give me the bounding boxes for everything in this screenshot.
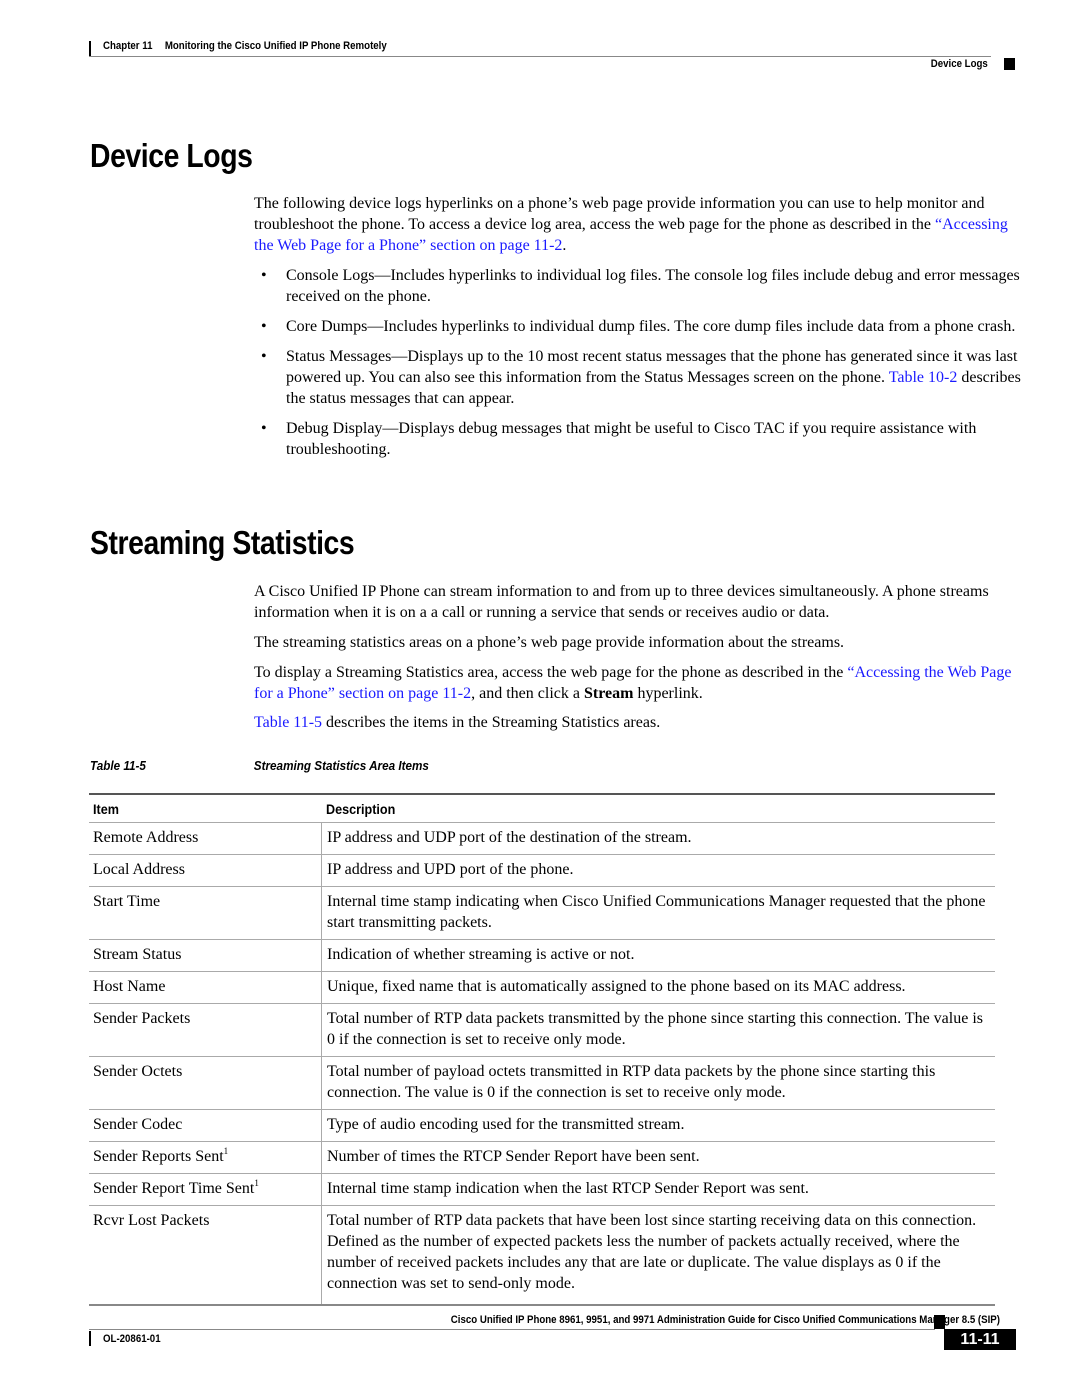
streaming-para-1-text: A Cisco Unified IP Phone can stream info… [254, 583, 989, 621]
table-row: Remote Address IP address and UDP port of… [89, 822, 995, 855]
table-header-row: Item Description [89, 793, 995, 823]
list-item-text: Core Dumps—Includes hyperlinks to indivi… [286, 318, 1016, 335]
cell-item-text: Stream Status [93, 946, 182, 963]
cell-description: Type of audio encoding used for the tran… [321, 1109, 995, 1142]
cell-description: IP address and UPD port of the phone. [321, 854, 995, 887]
table-body: Remote Address IP address and UDP port of… [89, 822, 995, 1306]
table-row: Local Address IP address and UPD port of … [89, 854, 995, 887]
para3-text: To display a Streaming Statistics area, … [254, 664, 848, 681]
para3-mid: , and then click a [471, 685, 584, 702]
table-row: Sender Reports Sent1 Number of times the … [89, 1141, 995, 1174]
running-header-chapter: Chapter 11 Monitoring the Cisco Unified I… [103, 40, 387, 52]
table-row: Host Name Unique, fixed name that is auto… [89, 971, 995, 1004]
cell-item-text: Sender Reports Sent [93, 1148, 224, 1165]
para3-bold-stream: Stream [583, 685, 634, 702]
cell-item: Rcvr Lost Packets [89, 1205, 322, 1306]
cell-item: Stream Status [89, 939, 322, 972]
cell-item: Sender Report Time Sent1 [89, 1173, 322, 1206]
device-logs-list: • Console Logs—Includes hyperlinks to in… [254, 265, 1022, 469]
cell-description: Total number of RTP data packets that ha… [321, 1205, 995, 1306]
para4-text: describes the items in the Streaming Sta… [322, 714, 661, 731]
bullet-icon: • [261, 318, 267, 335]
footnote-marker: 1 [254, 1178, 259, 1188]
streaming-statistics-table: Item Description Remote Address IP addres… [89, 793, 995, 1306]
cell-item: Sender Codec [89, 1109, 322, 1142]
bullet-icon: • [261, 420, 267, 437]
chapter-title: Monitoring the Cisco Unified IP Phone Re… [164, 40, 387, 52]
footer-square-marker [934, 1315, 945, 1329]
footnote-marker: 1 [223, 1146, 229, 1156]
cell-item: Sender Reports Sent1 [89, 1141, 322, 1174]
cell-description: Internal time stamp indicating when Cisc… [321, 886, 995, 940]
list-item-debug-display: • Debug Display—Displays debug messages … [254, 418, 1022, 460]
list-item-console-logs: • Console Logs—Includes hyperlinks to in… [254, 265, 1022, 307]
streaming-para-2: The streaming statistics areas on a phon… [254, 632, 1022, 653]
cell-item-text: Sender Octets [93, 1063, 183, 1080]
table-caption-number: Table 11-5 [90, 758, 146, 773]
table-caption: Table 11-5 Streaming Statistics Area Item… [90, 758, 429, 773]
streaming-para-2-text: The streaming statistics areas on a phon… [254, 634, 845, 651]
cell-description: Internal time stamp indication when the … [321, 1173, 995, 1206]
list-item-text: Console Logs—Includes hyperlinks to indi… [286, 267, 1020, 305]
chapter-label: Chapter 11 [103, 40, 153, 52]
header-rule [89, 56, 991, 57]
cell-item: Start Time [89, 886, 322, 940]
cell-item-text: Host Name [93, 978, 166, 995]
intro-text: The following device logs hyperlinks on … [254, 195, 985, 233]
footer-margin-bar [89, 1331, 91, 1346]
streaming-para-1: A Cisco Unified IP Phone can stream info… [254, 581, 1022, 623]
intro-end: . [562, 237, 567, 254]
cell-description: IP address and UDP port of the destinati… [321, 822, 995, 855]
streaming-para-3: To display a Streaming Statistics area, … [254, 662, 1022, 704]
column-header-description-label: Description [325, 801, 395, 817]
streaming-para-4: Table 11-5 describes the items in the St… [254, 712, 1022, 733]
header-margin-bar [89, 41, 91, 56]
link-table-11-5[interactable]: Table 11-5 [254, 714, 322, 731]
cell-item: Sender Octets [89, 1056, 322, 1110]
table-row: Rcvr Lost Packets Total number of RTP dat… [89, 1205, 995, 1306]
list-item-text: Debug Display—Displays debug messages th… [286, 420, 977, 458]
table-row: Stream Status Indication of whether strea… [89, 939, 995, 972]
table-row: Sender Packets Total number of RTP data p… [89, 1003, 995, 1057]
cell-item-text: Sender Packets [93, 1010, 191, 1027]
cell-item: Sender Packets [89, 1003, 322, 1057]
cell-item-text: Remote Address [93, 829, 199, 846]
footer-guide-title: Cisco Unified IP Phone 8961, 9951, and 9… [450, 1314, 1000, 1326]
footer-doc-number: OL-20861-01 [103, 1333, 161, 1345]
cell-item-text: Sender Codec [93, 1116, 183, 1133]
footer-rule [89, 1329, 935, 1330]
table-caption-title: Streaming Statistics Area Items [253, 758, 429, 773]
cell-description: Total number of payload octets transmitt… [321, 1056, 995, 1110]
cell-description: Unique, fixed name that is automatically… [321, 971, 995, 1004]
heading-streaming-statistics: Streaming Statistics [90, 524, 355, 561]
cell-item: Host Name [89, 971, 322, 1004]
list-item-status-messages: • Status Messages—Displays up to the 10 … [254, 346, 1022, 409]
cell-description: Number of times the RTCP Sender Report h… [321, 1141, 995, 1174]
para3-end: hyperlink. [633, 685, 703, 702]
cell-item-text: Start Time [93, 893, 161, 910]
cell-item: Local Address [89, 854, 322, 887]
cell-item-text: Sender Report Time Sent [93, 1180, 255, 1197]
device-logs-intro: The following device logs hyperlinks on … [254, 193, 1022, 256]
table-row: Sender Report Time Sent1 Internal time st… [89, 1173, 995, 1206]
bullet-icon: • [261, 348, 267, 365]
cell-description: Total number of RTP data packets transmi… [321, 1003, 995, 1057]
column-header-item: Item [89, 793, 322, 823]
cell-description: Indication of whether streaming is activ… [321, 939, 995, 972]
column-header-item-label: Item [93, 801, 119, 817]
bullet-icon: • [261, 267, 267, 284]
cell-item-text: Local Address [93, 861, 185, 878]
header-square-marker [1004, 58, 1015, 70]
running-header-section: Device Logs [930, 58, 988, 70]
heading-device-logs: Device Logs [90, 137, 253, 174]
table-row: Sender Octets Total number of payload oct… [89, 1056, 995, 1110]
link-table-10-2[interactable]: Table 10-2 [889, 369, 958, 386]
cell-item-text: Rcvr Lost Packets [93, 1212, 210, 1229]
table-row: Start Time Internal time stamp indicating… [89, 886, 995, 940]
list-item-core-dumps: • Core Dumps—Includes hyperlinks to indi… [254, 316, 1022, 337]
table-row: Sender Codec Type of audio encoding used … [89, 1109, 995, 1142]
column-header-description: Description [321, 793, 995, 823]
footer-page-number: 11-11 [944, 1329, 1016, 1350]
cell-item: Remote Address [89, 822, 322, 855]
